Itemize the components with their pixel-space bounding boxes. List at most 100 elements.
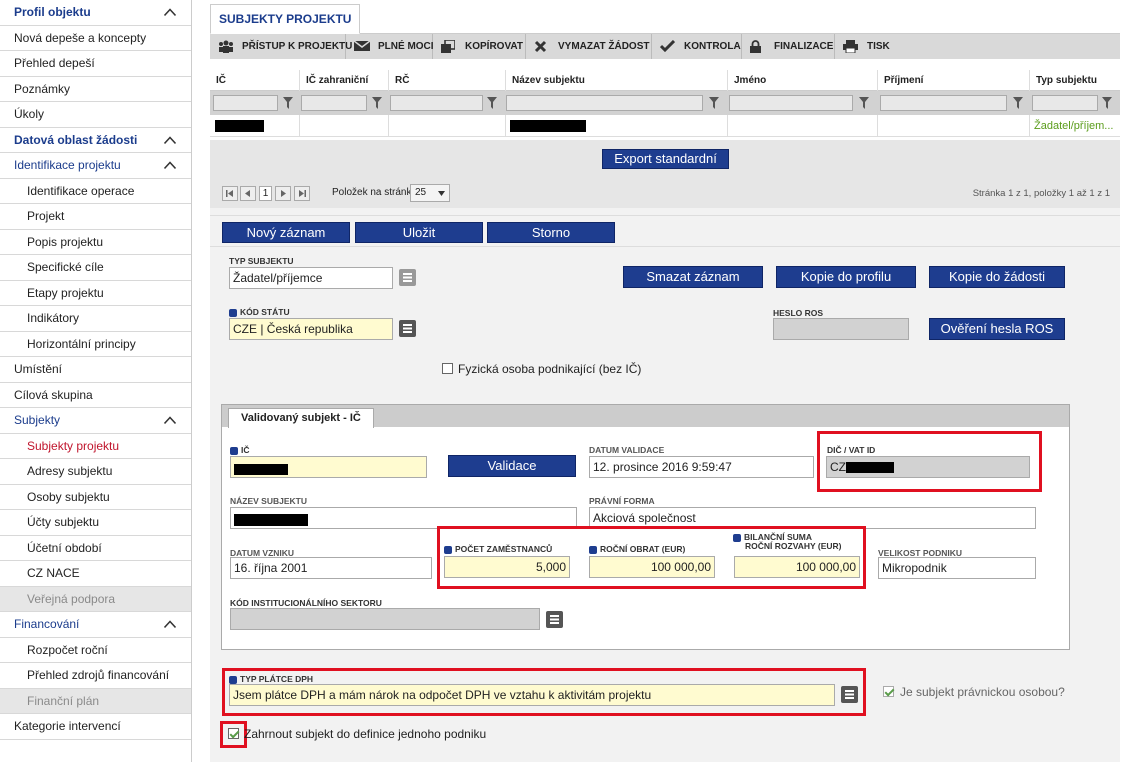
sidebar-item-label: Projekt bbox=[27, 209, 65, 223]
new-record-button[interactable]: Nový záznam bbox=[222, 222, 350, 243]
table-row[interactable]: Žadatel/příjem... bbox=[210, 115, 1120, 137]
col-rc[interactable]: RČ bbox=[388, 70, 505, 91]
col-prijmeni[interactable]: Příjmení bbox=[877, 70, 1029, 91]
copy-to-profile-button[interactable]: Kopie do profilu bbox=[776, 266, 916, 288]
list-picker-icon[interactable] bbox=[399, 320, 416, 337]
save-button[interactable]: Uložit bbox=[355, 222, 483, 243]
filter-icon[interactable] bbox=[859, 97, 869, 109]
chevron-up-icon[interactable] bbox=[164, 135, 176, 144]
finalize-button[interactable]: FINALIZACE bbox=[742, 34, 835, 59]
list-picker-icon[interactable] bbox=[841, 686, 858, 703]
sidebar-item-2[interactable]: Přehled depeší bbox=[0, 51, 191, 77]
sidebar-item-label: Osoby subjektu bbox=[27, 489, 110, 504]
sidebar-item-11[interactable]: Etapy projektu bbox=[0, 281, 191, 306]
sidebar-item-8[interactable]: Projekt bbox=[0, 204, 191, 230]
sidebar-item-3[interactable]: Poznámky bbox=[0, 77, 191, 102]
validace-button[interactable]: Validace bbox=[448, 455, 576, 477]
col-jmeno[interactable]: Jméno bbox=[727, 70, 877, 91]
sidebar-item-7[interactable]: Identifikace operace bbox=[0, 179, 191, 204]
chevron-up-icon[interactable] bbox=[164, 161, 176, 169]
filter-icon[interactable] bbox=[372, 97, 382, 109]
access-button[interactable]: PŘÍSTUP K PROJEKTU bbox=[210, 34, 352, 59]
sidebar-item-14[interactable]: Umístění bbox=[0, 357, 191, 383]
filter-jmeno[interactable] bbox=[729, 95, 853, 111]
sidebar-item-10[interactable]: Specifické cíle bbox=[0, 255, 191, 281]
zahrnout-checkbox[interactable] bbox=[228, 728, 239, 739]
toolbar: PŘÍSTUP K PROJEKTU PLNÉ MOCI KOPÍROVAT V… bbox=[210, 34, 1120, 59]
sidebar-item-9[interactable]: Popis projektu bbox=[0, 230, 191, 255]
sidebar-item-4[interactable]: Úkoly bbox=[0, 102, 191, 128]
check-button[interactable]: KONTROLA bbox=[652, 34, 742, 59]
sidebar-item-16[interactable]: Subjekty bbox=[0, 408, 191, 434]
sidebar-item-13[interactable]: Horizontální principy bbox=[0, 332, 191, 357]
col-typ[interactable]: Typ subjektu bbox=[1029, 70, 1120, 91]
filter-ic[interactable] bbox=[213, 95, 278, 111]
sidebar-item-20[interactable]: Účty subjektu bbox=[0, 510, 191, 536]
sidebar-item-15[interactable]: Cílová skupina bbox=[0, 383, 191, 408]
filter-icon[interactable] bbox=[1102, 97, 1112, 109]
copy-to-request-button[interactable]: Kopie do žádosti bbox=[929, 266, 1065, 288]
chevron-up-icon[interactable] bbox=[164, 8, 176, 16]
info-icon bbox=[229, 675, 237, 684]
sidebar-item-6[interactable]: Identifikace projektu bbox=[0, 153, 191, 179]
heslo-ros-field[interactable] bbox=[773, 318, 909, 340]
delete-record-button[interactable]: Smazat záznam bbox=[623, 266, 763, 288]
tab-subjekty-projektu[interactable]: SUBJEKTY PROJEKTU bbox=[210, 4, 361, 34]
sidebar-item-26[interactable]: Přehled zdrojů financování bbox=[0, 663, 191, 689]
sidebar-item-12[interactable]: Indikátory bbox=[0, 306, 191, 332]
filter-typ[interactable] bbox=[1032, 95, 1098, 111]
per-page-value: 25 bbox=[415, 187, 427, 198]
prev-page-button[interactable] bbox=[240, 186, 256, 201]
typ-subjektu-field[interactable]: Žadatel/příjemce bbox=[229, 267, 393, 289]
tab-validovany-subjekt[interactable]: Validovaný subjekt - IČ bbox=[228, 408, 374, 428]
col-ic[interactable]: IČ bbox=[210, 70, 299, 91]
sidebar-item-24[interactable]: Financování bbox=[0, 612, 191, 638]
filter-ic-zahranicni[interactable] bbox=[301, 95, 367, 111]
chevron-up-icon[interactable] bbox=[164, 416, 176, 424]
filter-icon[interactable] bbox=[1013, 97, 1023, 109]
kod-statu-field[interactable]: CZE | Česká republika bbox=[229, 318, 393, 340]
check-label: KONTROLA bbox=[684, 41, 741, 52]
list-picker-icon[interactable] bbox=[399, 269, 416, 286]
export-button[interactable]: Export standardní bbox=[602, 149, 729, 169]
prev-page-icon bbox=[245, 190, 250, 197]
col-ic-zahranicni[interactable]: IČ zahraniční bbox=[299, 70, 388, 91]
sidebar-item-25[interactable]: Rozpočet roční bbox=[0, 638, 191, 663]
next-page-button[interactable] bbox=[275, 186, 291, 201]
copy-icon bbox=[441, 40, 455, 53]
copy-button[interactable]: KOPÍROVAT bbox=[433, 34, 526, 59]
checkmark-icon bbox=[660, 40, 675, 52]
filter-rc[interactable] bbox=[390, 95, 483, 111]
filter-icon[interactable] bbox=[487, 97, 497, 109]
filter-icon[interactable] bbox=[709, 97, 719, 109]
fyzicka-osoba-checkbox[interactable] bbox=[442, 363, 453, 374]
next-page-icon bbox=[281, 190, 286, 197]
sidebar-item-19[interactable]: Osoby subjektu bbox=[0, 485, 191, 510]
sidebar-item-17[interactable]: Subjekty projektu bbox=[0, 434, 191, 459]
cancel-button[interactable]: Storno bbox=[487, 222, 615, 243]
sidebar-item-0[interactable]: Profil objektu bbox=[0, 0, 191, 26]
col-nazev[interactable]: Název subjektu bbox=[505, 70, 727, 91]
sidebar-item-22[interactable]: CZ NACE bbox=[0, 561, 191, 587]
first-page-button[interactable] bbox=[222, 186, 238, 201]
last-page-button[interactable] bbox=[294, 186, 310, 201]
sidebar-item-21[interactable]: Účetní období bbox=[0, 536, 191, 561]
typ-platce-dph-field[interactable]: Jsem plátce DPH a mám nárok na odpočet D… bbox=[229, 684, 835, 706]
sidebar-item-5[interactable]: Datová oblast žádosti bbox=[0, 128, 191, 153]
filter-prijmeni[interactable] bbox=[880, 95, 1007, 111]
verify-ros-button[interactable]: Ověření hesla ROS bbox=[929, 318, 1065, 340]
print-button[interactable]: TISK bbox=[835, 34, 905, 59]
delete-request-button[interactable]: VYMAZAT ŽÁDOST bbox=[526, 34, 652, 59]
chevron-up-icon[interactable] bbox=[164, 620, 176, 628]
ic-field[interactable] bbox=[230, 456, 427, 478]
sidebar-item-28[interactable]: Kategorie intervencí bbox=[0, 714, 191, 740]
sidebar-item-18[interactable]: Adresy subjektu bbox=[0, 459, 191, 485]
sidebar-item-1[interactable]: Nová depeše a koncepty bbox=[0, 26, 191, 51]
page-number[interactable]: 1 bbox=[259, 186, 272, 201]
power-button[interactable]: PLNÉ MOCI bbox=[346, 34, 434, 59]
redacted-block bbox=[510, 120, 586, 133]
per-page-select[interactable]: 25 bbox=[410, 184, 450, 202]
filter-nazev[interactable] bbox=[506, 95, 703, 111]
filter-icon[interactable] bbox=[283, 97, 293, 109]
list-picker-icon[interactable] bbox=[546, 611, 563, 628]
